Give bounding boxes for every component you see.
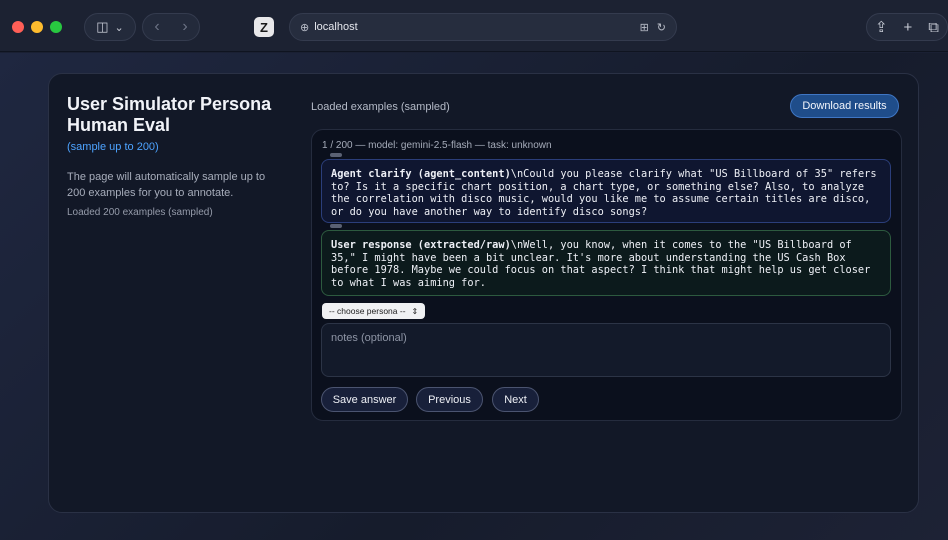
browser-actions: ⇪ + ⧉ xyxy=(866,13,948,41)
tabs-overview-icon[interactable]: ⧉ xyxy=(928,19,939,36)
zoom-window-button[interactable] xyxy=(50,21,62,33)
download-results-button[interactable]: Download results xyxy=(790,94,899,118)
load-status: Loaded 200 examples (sampled) xyxy=(67,207,213,218)
next-button[interactable]: Next xyxy=(492,387,539,412)
sample-subtitle: (sample up to 200) xyxy=(67,141,159,153)
translate-icon[interactable]: ⊞ xyxy=(640,21,649,34)
close-window-button[interactable] xyxy=(12,21,24,33)
example-meta: 1 / 200 — model: gemini-2.5-flash — task… xyxy=(322,140,552,151)
agent-message-label: Agent clarify (agent_content) xyxy=(331,168,511,180)
resize-handle[interactable] xyxy=(330,224,342,228)
sidebar-icon: ◫ xyxy=(96,19,109,34)
example-card: 1 / 200 — model: gemini-2.5-flash — task… xyxy=(311,129,902,421)
page-background: User Simulator Persona Human Eval (sampl… xyxy=(0,53,948,540)
user-message-label: User response (extracted/raw) xyxy=(331,239,511,251)
sidebar-toggle-button[interactable]: ◫ ⌄ xyxy=(84,13,136,41)
new-tab-icon[interactable]: + xyxy=(904,19,913,36)
user-message: User response (extracted/raw)\nWell, you… xyxy=(321,230,891,296)
persona-select[interactable]: -- choose persona -- ⇕ xyxy=(322,303,426,319)
page-description: The page will automatically sample up to… xyxy=(67,171,266,199)
minimize-window-button[interactable] xyxy=(31,21,43,33)
chevron-down-icon: ⌄ xyxy=(114,21,124,34)
address-bar[interactable]: ⊕ localhost ⊞ ↻ xyxy=(289,13,677,41)
page-title: User Simulator Persona Human Eval xyxy=(67,94,272,135)
back-icon[interactable]: ‹ xyxy=(143,18,171,36)
agent-message: Agent clarify (agent_content)\nCould you… xyxy=(321,159,891,223)
globe-icon: ⊕ xyxy=(300,21,310,34)
navigation-buttons: ‹ › xyxy=(142,13,200,41)
main-card: User Simulator Persona Human Eval (sampl… xyxy=(48,73,919,513)
previous-button[interactable]: Previous xyxy=(416,387,483,412)
url-text: localhost xyxy=(314,21,358,33)
notes-input[interactable]: notes (optional) xyxy=(321,323,891,377)
forward-icon[interactable]: › xyxy=(171,18,199,36)
reload-icon[interactable]: ↻ xyxy=(657,21,666,34)
extension-logo[interactable]: Z xyxy=(254,17,274,37)
select-arrows-icon: ⇕ xyxy=(411,306,419,316)
persona-select-value: -- choose persona -- xyxy=(329,306,406,316)
examples-header: Loaded examples (sampled) xyxy=(311,101,450,113)
browser-toolbar: ◫ ⌄ ‹ › Z ⊕ localhost ⊞ ↻ ⇪ + ⧉ xyxy=(0,0,948,52)
share-icon[interactable]: ⇪ xyxy=(875,18,888,36)
resize-handle[interactable] xyxy=(330,153,342,157)
save-answer-button[interactable]: Save answer xyxy=(321,387,408,412)
